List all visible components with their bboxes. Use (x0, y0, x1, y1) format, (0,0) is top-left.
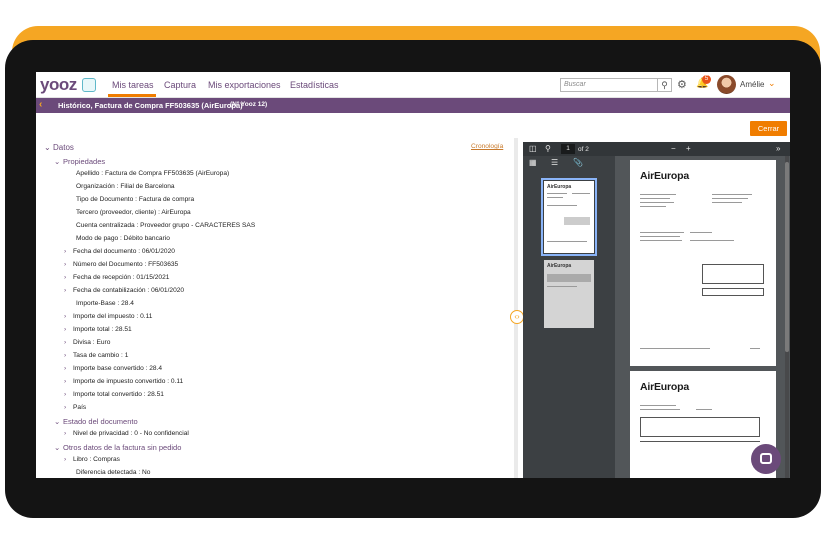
expand-icon[interactable]: » (776, 144, 780, 153)
field-importe-impuesto-convertido[interactable]: › Importe de impuesto convertido : 0.11 (64, 378, 183, 385)
tree-node-datos[interactable]: ⌄ Datos (44, 143, 74, 152)
device-frame: yooz Mis tareas Captura Mis exportacione… (0, 0, 826, 541)
outline-icon[interactable]: ☰ (551, 158, 558, 167)
field-importe-base-convertido[interactable]: › Importe base convertido : 28.4 (64, 365, 162, 372)
pdf-scrollbar-thumb[interactable] (785, 162, 789, 352)
tree-node-estado[interactable]: ⌄ Estado del documento (54, 417, 138, 426)
chevron-right-icon: › (64, 365, 67, 372)
split-toggle-icon[interactable]: ‹› (510, 310, 524, 324)
page-title: Histórico, Factura de Compra FF503635 (A… (58, 101, 243, 110)
field-cuenta-centralizada: Cuenta centralizada : Proveedor grupo - … (76, 222, 256, 229)
yooz-logo[interactable]: yooz (40, 75, 77, 95)
field-importe-impuesto[interactable]: › Importe del impuesto : 0.11 (64, 313, 152, 320)
field-tipo-documento: Tipo de Documento : Factura de compra (76, 196, 195, 203)
chevron-down-icon[interactable]: ⌄ (54, 157, 63, 166)
thumbnail-page-2[interactable]: AirEuropa (544, 260, 594, 328)
pdf-toolbar: ◫ ⚲ 1 of 2 − + » (523, 142, 790, 156)
sidebar-toggle-icon[interactable]: ◫ (529, 144, 537, 153)
field-fecha-recepcion[interactable]: › Fecha de recepción : 01/15/2021 (64, 274, 169, 281)
chevron-down-icon[interactable]: ⌄ (44, 143, 53, 152)
chevron-right-icon: › (64, 378, 67, 385)
field-numero-documento[interactable]: › Número del Documento : FF503635 (64, 261, 178, 268)
document-properties-tree: ⌄ Datos ⌄ Propiedades Apellido : Factura d… (36, 138, 512, 478)
user-name[interactable]: Amélie (740, 80, 764, 89)
thumbnail-brand: AirEuropa (547, 184, 572, 190)
field-tasa-cambio[interactable]: › Tasa de cambio : 1 (64, 352, 128, 359)
field-nivel-privacidad[interactable]: › Nivel de privacidad : 0 - No confidenci… (64, 430, 189, 437)
yooz-number: (Nº Yooz 12) (230, 101, 268, 108)
invoice-lines-table (640, 417, 760, 437)
thumbnail-tabs: ▦ ☰ 📎 (523, 156, 615, 170)
page-total: of 2 (578, 146, 589, 153)
tab-captura[interactable]: Captura (164, 80, 196, 90)
pdf-viewer: ◫ ⚲ 1 of 2 − + » ▦ ☰ 📎 AirEuropa AirEuro… (523, 142, 790, 478)
field-apellido: Apellido : Factura de Compra FF503635 (A… (76, 170, 230, 177)
chevron-right-icon: › (64, 391, 67, 398)
invoice-totals-box (702, 264, 764, 284)
field-libro[interactable]: › Libro : Compras (64, 456, 120, 463)
document-page-1: AirEuropa (630, 160, 776, 366)
chevron-right-icon: › (64, 261, 67, 268)
document-header-bar: ‹ Histórico, Factura de Compra FF503635 … (36, 98, 790, 113)
zoom-out-icon[interactable]: − (671, 144, 676, 153)
field-fecha-contabilizacion[interactable]: › Fecha de contabilización : 06/01/2020 (64, 287, 184, 294)
chevron-right-icon: › (64, 326, 67, 333)
chat-icon[interactable] (760, 453, 772, 464)
app-screen: yooz Mis tareas Captura Mis exportacione… (36, 72, 790, 478)
top-navigation: yooz Mis tareas Captura Mis exportacione… (36, 72, 790, 98)
chevron-right-icon: › (64, 352, 67, 359)
airline-logo: AirEuropa (640, 170, 689, 182)
thumbnail-page-1[interactable]: AirEuropa (544, 181, 594, 253)
search-input[interactable]: Buscar (560, 78, 658, 92)
tab-estadisticas[interactable]: Estadísticas (290, 80, 339, 90)
chevron-right-icon: › (64, 287, 67, 294)
notification-badge: 5 (702, 75, 711, 84)
tab-mis-exportaciones[interactable]: Mis exportaciones (208, 80, 281, 90)
panel-divider[interactable] (514, 138, 518, 478)
grid-view-icon[interactable]: ▦ (529, 158, 537, 167)
chevron-right-icon: › (64, 456, 67, 463)
thumbnail-sidebar: ▦ ☰ 📎 AirEuropa AirEuropa (523, 156, 615, 478)
airline-logo: AirEuropa (640, 381, 689, 393)
field-organizacion: Organización : Filial de Barcelona (76, 183, 175, 190)
tree-node-propiedades[interactable]: ⌄ Propiedades (54, 157, 105, 166)
chevron-right-icon: › (64, 248, 67, 255)
field-importe-total-convertido[interactable]: › Importe total convertido : 28.51 (64, 391, 164, 398)
invoice-total-row (702, 288, 764, 296)
chevron-down-icon: ⌄ (54, 443, 61, 452)
field-divisa[interactable]: › Divisa : Euro (64, 339, 110, 346)
close-button[interactable]: Cerrar (750, 121, 787, 136)
chevron-right-icon: › (64, 339, 67, 346)
tab-mis-tareas[interactable]: Mis tareas (112, 80, 154, 90)
search-icon[interactable]: ⚲ (545, 144, 551, 153)
field-pais[interactable]: › País (64, 404, 86, 411)
chevron-right-icon: › (64, 430, 67, 437)
zoom-in-icon[interactable]: + (686, 144, 691, 153)
field-importe-total[interactable]: › Importe total : 28.51 (64, 326, 132, 333)
page-number-input[interactable]: 1 (561, 144, 575, 154)
field-fecha-documento[interactable]: › Fecha del documento : 06/01/2020 (64, 248, 175, 255)
avatar[interactable] (717, 75, 736, 94)
chevron-right-icon: › (64, 404, 67, 411)
field-tercero: Tercero (proveedor, cliente) : AirEuropa (76, 209, 191, 216)
chevron-down-icon[interactable]: ⌄ (768, 78, 776, 89)
chevron-down-icon: ⌄ (54, 417, 61, 426)
attachment-icon[interactable]: 📎 (573, 158, 583, 167)
field-importe-base: Importe-Base : 28.4 (76, 300, 134, 307)
active-tab-indicator (108, 94, 156, 97)
chevron-right-icon: › (64, 313, 67, 320)
field-modo-pago: Modo de pago : Débito bancario (76, 235, 170, 242)
back-arrow-icon[interactable]: ‹ (39, 99, 42, 110)
search-icon[interactable]: ⚲ (658, 78, 672, 92)
field-diferencia: Diferencia detectada : No (76, 469, 151, 476)
gear-icon[interactable]: ⚙ (677, 78, 687, 91)
logo-badge-icon (82, 78, 96, 92)
tree-node-otros-datos[interactable]: ⌄ Otros datos de la factura sin pedido (54, 443, 181, 452)
chevron-right-icon: › (64, 274, 67, 281)
